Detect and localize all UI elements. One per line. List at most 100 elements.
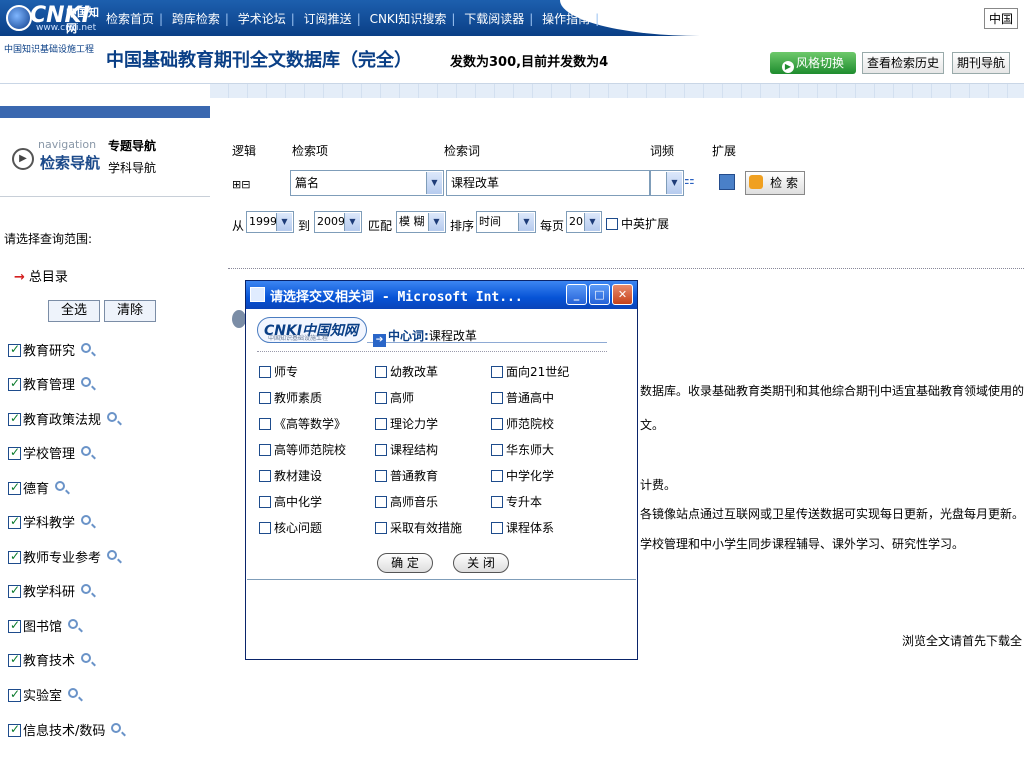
nav-forum[interactable]: 学术论坛: [238, 12, 286, 26]
magnifier-icon[interactable]: [111, 723, 122, 733]
term-option[interactable]: 理论力学: [375, 415, 438, 432]
term-option[interactable]: 普通高中: [491, 389, 554, 406]
category-checkbox[interactable]: [8, 687, 21, 702]
from-year-select[interactable]: 1999 ▼: [246, 211, 294, 233]
category-item[interactable]: 教育政策法规: [8, 409, 118, 429]
ok-button[interactable]: 确 定: [377, 553, 433, 573]
close-icon[interactable]: ✕: [612, 284, 633, 305]
term-checkbox[interactable]: [259, 366, 271, 378]
magnifier-icon[interactable]: [81, 446, 92, 456]
term-checkbox[interactable]: [375, 418, 387, 430]
term-checkbox[interactable]: [491, 444, 503, 456]
category-checkbox[interactable]: [8, 549, 21, 564]
match-select[interactable]: 模 糊 ▼: [396, 211, 446, 233]
category-checkbox[interactable]: [8, 445, 21, 460]
nav-subscribe[interactable]: 订阅推送: [304, 12, 352, 26]
magnifier-icon[interactable]: [107, 412, 118, 422]
magnifier-icon[interactable]: [107, 550, 118, 560]
term-option[interactable]: 高中化学: [259, 493, 322, 510]
term-option[interactable]: 幼教改革: [375, 363, 438, 380]
magnifier-icon[interactable]: [81, 653, 92, 663]
category-item[interactable]: 教育研究: [8, 340, 92, 360]
term-option[interactable]: 专升本: [491, 493, 542, 510]
category-item[interactable]: 教育技术: [8, 650, 92, 670]
term-checkbox[interactable]: [259, 418, 271, 430]
category-checkbox[interactable]: [8, 342, 21, 357]
term-checkbox[interactable]: [259, 496, 271, 508]
field-select[interactable]: 篇名 ▼: [290, 170, 444, 196]
magnifier-icon[interactable]: [81, 584, 92, 594]
search-button[interactable]: 检 索: [745, 171, 805, 195]
term-checkbox[interactable]: [491, 418, 503, 430]
term-option[interactable]: 课程结构: [375, 441, 438, 458]
magnifier-icon[interactable]: [81, 343, 92, 353]
term-checkbox[interactable]: [259, 444, 271, 456]
category-item[interactable]: 德育: [8, 478, 66, 498]
term-checkbox[interactable]: [491, 470, 503, 482]
to-year-select[interactable]: 2009 ▼: [314, 211, 362, 233]
category-checkbox[interactable]: [8, 480, 21, 495]
nav-cross-db[interactable]: 跨库检索: [172, 12, 220, 26]
cn-en-ext-option[interactable]: 中英扩展: [606, 215, 669, 232]
root-catalog[interactable]: → 总目录: [14, 266, 68, 285]
term-option[interactable]: 面向21世纪: [491, 363, 569, 380]
history-button[interactable]: 查看检索历史: [862, 52, 945, 74]
term-option[interactable]: 核心问题: [259, 519, 322, 536]
top-right-link[interactable]: 中国: [983, 8, 1018, 29]
term-checkbox[interactable]: [375, 470, 387, 482]
term-input[interactable]: 课程改革: [446, 170, 650, 196]
nav-reader-download[interactable]: 下载阅读器: [464, 12, 524, 26]
term-option[interactable]: 普通教育: [375, 467, 438, 484]
category-item[interactable]: 信息技术/数码: [8, 720, 122, 740]
nav-search-home[interactable]: 检索首页: [106, 12, 154, 26]
term-option[interactable]: 师专: [259, 363, 298, 380]
term-option[interactable]: 课程体系: [491, 519, 554, 536]
magnifier-icon[interactable]: [68, 688, 79, 698]
term-checkbox[interactable]: [491, 496, 503, 508]
term-option[interactable]: 高师: [375, 389, 414, 406]
term-checkbox[interactable]: [259, 522, 271, 534]
magnifier-icon[interactable]: [55, 481, 66, 491]
term-checkbox[interactable]: [491, 366, 503, 378]
journal-nav-button[interactable]: 期刊导航: [952, 52, 1011, 74]
category-item[interactable]: 图书馆: [8, 616, 79, 636]
magnifier-icon[interactable]: [81, 515, 92, 525]
subject-nav-link[interactable]: 学科导航: [108, 159, 156, 176]
term-checkbox[interactable]: [375, 522, 387, 534]
topic-nav-link[interactable]: 专题导航: [108, 137, 156, 154]
magnifier-icon[interactable]: [68, 619, 79, 629]
freq-icon[interactable]: ⚏: [684, 173, 698, 191]
category-checkbox[interactable]: [8, 411, 21, 426]
term-checkbox[interactable]: [259, 392, 271, 404]
term-option[interactable]: 《高等数学》: [259, 415, 346, 432]
term-option[interactable]: 华东师大: [491, 441, 554, 458]
popup-title-bar[interactable]: 请选择交叉相关词 - Microsoft Int... _ □ ✕: [246, 281, 637, 309]
maximize-icon[interactable]: □: [589, 284, 610, 305]
clear-button[interactable]: 清除: [104, 300, 156, 322]
term-option[interactable]: 高师音乐: [375, 493, 438, 510]
category-checkbox[interactable]: [8, 618, 21, 633]
term-option[interactable]: 高等师范院校: [259, 441, 346, 458]
nav-guide[interactable]: 操作指南: [542, 12, 590, 26]
magnifier-icon[interactable]: [81, 377, 92, 387]
category-item[interactable]: 教学科研: [8, 581, 92, 601]
term-checkbox[interactable]: [259, 470, 271, 482]
cnki-logo[interactable]: CNKI 中国知网 www.cnki.net: [6, 3, 102, 35]
term-checkbox[interactable]: [375, 392, 387, 404]
select-all-button[interactable]: 全选: [48, 300, 100, 322]
term-option[interactable]: 师范院校: [491, 415, 554, 432]
minimize-icon[interactable]: _: [566, 284, 587, 305]
term-checkbox[interactable]: [375, 496, 387, 508]
style-switch-button[interactable]: ▶ 风格切换: [770, 52, 856, 74]
sort-select[interactable]: 时间 ▼: [476, 211, 536, 233]
nav-cn-label[interactable]: 检索导航: [40, 152, 100, 173]
category-checkbox[interactable]: [8, 722, 21, 737]
term-checkbox[interactable]: [375, 444, 387, 456]
nav-knowledge-search[interactable]: CNKI知识搜索: [370, 12, 447, 26]
term-checkbox[interactable]: [491, 392, 503, 404]
category-checkbox[interactable]: [8, 583, 21, 598]
expand-icon[interactable]: [719, 174, 735, 190]
term-option[interactable]: 采取有效措施: [375, 519, 462, 536]
category-checkbox[interactable]: [8, 376, 21, 391]
category-checkbox[interactable]: [8, 652, 21, 667]
